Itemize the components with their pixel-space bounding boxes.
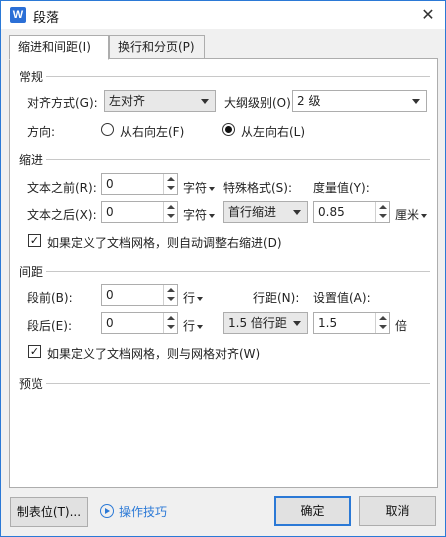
spin-up-icon: [167, 177, 175, 181]
spacing-before-spinner[interactable]: 0: [101, 284, 178, 306]
spacing-divider: [46, 271, 430, 272]
general-section-label: 常规: [19, 70, 44, 84]
indent-before-label: 文本之前(R):: [27, 181, 97, 195]
indent-after-value: 0: [106, 205, 114, 219]
preview-divider: [46, 383, 430, 384]
ltr-label: 从左向右(L): [241, 125, 306, 139]
general-divider: [46, 76, 430, 77]
measure-unit-dropdown[interactable]: 厘米: [395, 206, 428, 223]
spacing-before-value: 0: [106, 288, 114, 302]
ltr-radio[interactable]: [222, 123, 235, 136]
indent-before-unit-dropdown[interactable]: 字符: [183, 179, 216, 196]
title-bar: W 段落 ✕: [1, 1, 445, 29]
spacing-after-label: 段后(E):: [27, 319, 72, 333]
spacing-after-unit-dropdown[interactable]: 行: [183, 317, 204, 334]
indent-grid-checkbox[interactable]: ✓: [28, 234, 41, 247]
dialog-title: 段落: [33, 11, 60, 26]
indent-after-label: 文本之后(X):: [27, 208, 97, 222]
setting-value-unit: 倍: [395, 319, 408, 333]
chevron-down-icon: [209, 186, 216, 191]
close-button[interactable]: ✕: [411, 1, 445, 29]
measure-unit: 厘米: [395, 208, 420, 222]
spacing-before-label: 段前(B):: [27, 291, 73, 305]
rtl-radio[interactable]: [101, 123, 114, 136]
chevron-down-icon: [421, 213, 428, 218]
measure-spinner[interactable]: 0.85: [313, 201, 390, 223]
alignment-select[interactable]: 左对齐: [104, 90, 216, 112]
indent-section-label: 缩进: [19, 153, 44, 167]
spinner-buttons[interactable]: [163, 174, 177, 194]
spin-down-icon: [167, 186, 175, 190]
outline-level-label: 大纲级别(O):: [224, 96, 295, 110]
indent-after-spinner[interactable]: 0: [101, 201, 178, 223]
preview-section-label: 预览: [19, 377, 44, 391]
indent-divider: [46, 159, 430, 160]
spinner-buttons[interactable]: [163, 313, 177, 333]
setting-value-spinner[interactable]: 1.5: [313, 312, 390, 334]
indent-before-unit: 字符: [183, 181, 208, 195]
rtl-label: 从右向左(F): [120, 125, 185, 139]
special-format-value: 首行缩进: [228, 205, 277, 219]
alignment-label: 对齐方式(G):: [27, 96, 98, 110]
setting-value-label: 设置值(A):: [313, 291, 371, 305]
spacing-after-value: 0: [106, 316, 114, 330]
special-format-select[interactable]: 首行缩进: [223, 201, 308, 223]
tab-panel: 常规 对齐方式(G): 左对齐 大纲级别(O): 2 级 方向: 从右向左(F)…: [9, 58, 438, 488]
paragraph-dialog: W 段落 ✕ 缩进和间距(I) 换行和分页(P) 常规 对齐方式(G): 左对齐…: [0, 0, 446, 537]
spin-down-icon: [379, 214, 387, 218]
indent-before-spinner[interactable]: 0: [101, 173, 178, 195]
indent-before-value: 0: [106, 177, 114, 191]
spacing-grid-checkbox[interactable]: ✓: [28, 345, 41, 358]
outline-level-select[interactable]: 2 级: [292, 90, 427, 112]
chevron-down-icon: [293, 210, 301, 215]
outline-level-value: 2 级: [297, 94, 321, 108]
spinner-buttons[interactable]: [375, 202, 389, 222]
spin-up-icon: [167, 316, 175, 320]
indent-after-unit: 字符: [183, 208, 208, 222]
line-spacing-label: 行距(N):: [253, 291, 300, 305]
tab-line-page-breaks[interactable]: 换行和分页(P): [109, 35, 205, 59]
chevron-down-icon: [209, 213, 216, 218]
spinner-buttons[interactable]: [163, 285, 177, 305]
indent-grid-label: 如果定义了文档网格，则自动调整右缩进(D): [47, 236, 282, 250]
spin-down-icon: [167, 325, 175, 329]
spin-down-icon: [167, 297, 175, 301]
line-spacing-select[interactable]: 1.5 倍行距: [223, 312, 308, 334]
spacing-grid-label: 如果定义了文档网格，则与网格对齐(W): [47, 347, 261, 361]
spacing-section-label: 间距: [19, 265, 44, 279]
spacing-before-unit-dropdown[interactable]: 行: [183, 289, 204, 306]
alignment-value: 左对齐: [109, 94, 146, 108]
direction-label: 方向:: [27, 125, 56, 139]
ok-button[interactable]: 确定: [274, 496, 351, 526]
chevron-down-icon: [412, 99, 420, 104]
line-spacing-value: 1.5 倍行距: [228, 316, 287, 330]
spin-up-icon: [379, 205, 387, 209]
special-format-label: 特殊格式(S):: [223, 181, 293, 195]
spacing-before-unit: 行: [183, 291, 196, 305]
setting-value: 1.5: [318, 316, 338, 330]
measure-value: 0.85: [318, 205, 345, 219]
close-icon: ✕: [421, 5, 435, 24]
spin-up-icon: [379, 316, 387, 320]
tab-stops-button[interactable]: 制表位(T)...: [10, 497, 88, 527]
play-circle-icon[interactable]: [100, 504, 114, 518]
indent-after-unit-dropdown[interactable]: 字符: [183, 206, 216, 223]
measure-label: 度量值(Y):: [313, 181, 370, 195]
spin-down-icon: [379, 325, 387, 329]
spin-up-icon: [167, 288, 175, 292]
spinner-buttons[interactable]: [163, 202, 177, 222]
chevron-down-icon: [197, 324, 204, 329]
chevron-down-icon: [201, 99, 209, 104]
wps-writer-icon: W: [10, 7, 26, 23]
spinner-buttons[interactable]: [375, 313, 389, 333]
chevron-down-icon: [197, 296, 204, 301]
operation-tips-link[interactable]: 操作技巧: [119, 503, 167, 520]
cancel-button[interactable]: 取消: [359, 496, 436, 526]
spin-up-icon: [167, 205, 175, 209]
spacing-after-spinner[interactable]: 0: [101, 312, 178, 334]
tab-indent-spacing[interactable]: 缩进和间距(I): [9, 35, 109, 60]
spin-down-icon: [167, 214, 175, 218]
spacing-after-unit: 行: [183, 319, 196, 333]
chevron-down-icon: [293, 321, 301, 326]
